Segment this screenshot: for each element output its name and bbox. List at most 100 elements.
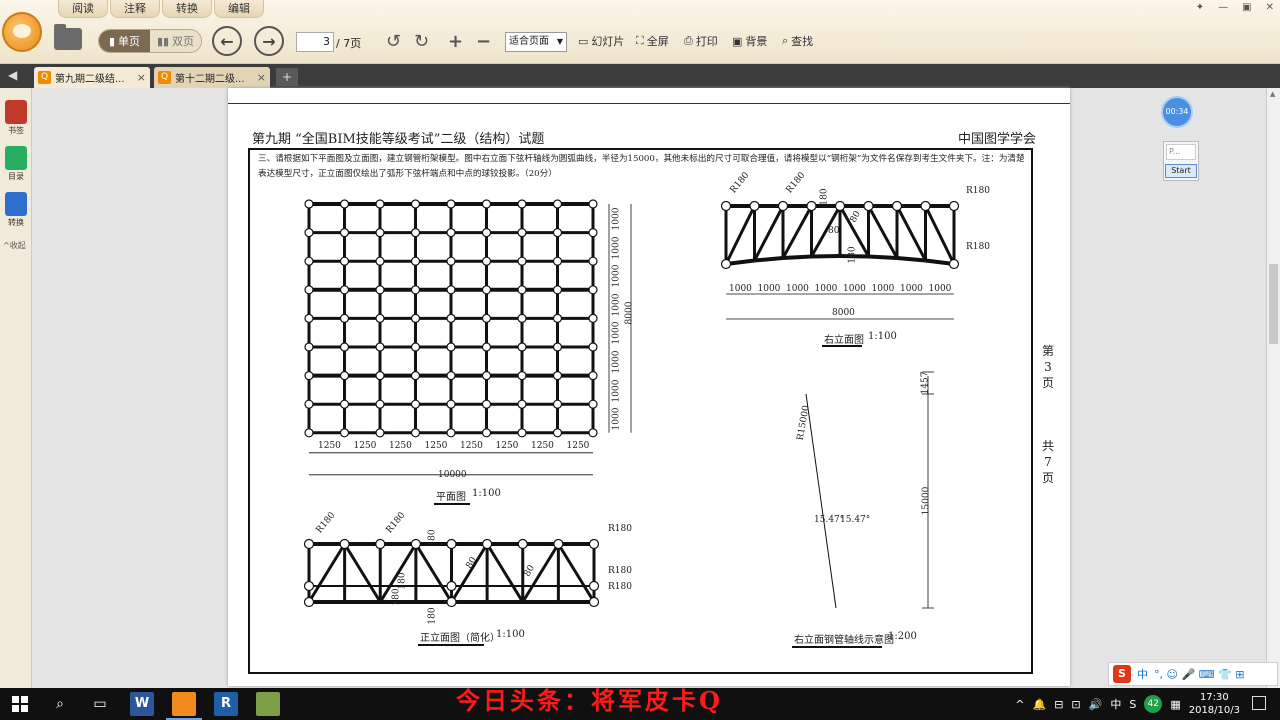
ime-tray-icon[interactable]: ▦	[1170, 698, 1180, 711]
right-dim-label: 1000	[729, 284, 752, 294]
right-radius-label: R180	[966, 186, 990, 196]
page-total-label: / 7页	[336, 37, 362, 50]
rotate-right-button[interactable]: ↻	[414, 30, 429, 52]
plan-ball-joint	[339, 228, 350, 238]
find-button[interactable]: ⌕ 查找	[782, 30, 813, 52]
clock[interactable]: 17:30 2018/10/3	[1189, 691, 1240, 717]
network-icon[interactable]: ⊡	[1071, 698, 1080, 711]
plan-ball-joint	[481, 199, 492, 209]
close-tab-icon[interactable]: ×	[137, 71, 146, 84]
tray-app-icon[interactable]: ⊟	[1054, 698, 1063, 711]
close-button[interactable]: ✕	[1266, 2, 1274, 13]
sogou-tray-icon[interactable]: S	[1129, 698, 1136, 711]
front-ball-joint	[588, 596, 600, 608]
plan-ball-joint	[446, 399, 456, 409]
menu-tab-annotate[interactable]: 注释	[110, 0, 160, 18]
image-app-icon[interactable]	[256, 692, 280, 716]
print-label: 打印	[695, 35, 718, 48]
zoom-select[interactable]: 适合页面	[505, 32, 567, 52]
add-tab-button[interactable]: +	[276, 68, 298, 86]
fullscreen-button[interactable]: ⛶ 全屏	[636, 30, 669, 52]
search-icon[interactable]: ⌕	[50, 694, 70, 714]
zoom-in-button[interactable]: +	[448, 30, 463, 52]
input-language[interactable]: 中	[1110, 696, 1121, 712]
vertical-scrollbar[interactable]: ▲ ▼	[1266, 88, 1280, 688]
zoom-out-button[interactable]: −	[476, 30, 491, 52]
word-app-icon[interactable]: W	[130, 692, 154, 716]
action-center-icon[interactable]	[1252, 696, 1266, 710]
revit-app-icon[interactable]: R	[214, 692, 238, 716]
maximize-button[interactable]: ▣	[1242, 2, 1251, 13]
recording-timer[interactable]: 00:34	[1161, 96, 1193, 128]
pdf-reader-app-icon[interactable]	[172, 692, 196, 716]
plan-ball-joint	[588, 342, 598, 352]
arrow-right-icon: →	[262, 31, 276, 51]
axis-scale: 1:200	[888, 631, 917, 642]
document-viewport[interactable]: 第九期 “全国BIM技能等级考试”二级（结构）试题 中国图学学会 三、请根据如下…	[32, 88, 1266, 688]
notification-bell-icon[interactable]: 🔔	[1032, 698, 1046, 711]
minimize-button[interactable]: —	[1218, 2, 1228, 13]
print-button[interactable]: ⎙ 打印	[684, 30, 718, 52]
single-page-button[interactable]: ▮ 单页	[99, 30, 150, 52]
open-folder-icon[interactable]	[54, 24, 82, 50]
menu-tab-read[interactable]: 阅读	[58, 0, 108, 18]
plan-ball-joint	[446, 371, 456, 381]
axis-height-label: 15000	[921, 486, 932, 516]
recorder-field[interactable]: P...	[1166, 144, 1196, 160]
plan-ball-joint	[446, 199, 456, 209]
sidebar-item-convert[interactable]: 转换	[3, 192, 29, 228]
single-page-icon: ▮	[108, 34, 116, 48]
close-tab-icon[interactable]: ×	[257, 71, 266, 84]
axis-caption-underline	[792, 646, 882, 648]
doc-tab-2[interactable]: Q 第十二期二级... ×	[154, 67, 270, 88]
bookmark-icon	[5, 100, 27, 124]
document-tab-bar: ◀ Q 第九期二级结... × Q 第十二期二级... × +	[0, 64, 1280, 88]
menu-tab-convert[interactable]: 转换	[162, 0, 212, 18]
slideshow-button[interactable]: ▭ 幻灯片	[578, 30, 624, 52]
plan-ball-joint	[588, 428, 598, 438]
start-button[interactable]: Start	[1165, 164, 1197, 178]
plan-ball-joint	[481, 285, 492, 295]
right-ball-joint	[720, 258, 732, 270]
next-page-button[interactable]: →	[254, 26, 284, 56]
plan-ball-joint	[339, 371, 350, 381]
menu-tab-edit[interactable]: 编辑	[214, 0, 264, 18]
sogou-logo-icon[interactable]: S	[1113, 665, 1131, 683]
skin-icon[interactable]: ✦	[1196, 2, 1204, 13]
collapse-sidebar-icon[interactable]: ◀	[8, 68, 17, 82]
doc-tab-1[interactable]: Q 第九期二级结... ×	[34, 67, 150, 88]
front-caption-underline	[418, 644, 484, 646]
prev-page-button[interactable]: ←	[212, 26, 242, 56]
app-logo[interactable]	[2, 12, 42, 52]
ime-extras[interactable]: °, ☺ 🎤 ⌨ 👕 ⊞	[1154, 668, 1244, 681]
right-ball-joint	[777, 200, 789, 212]
sidebar-item-toc[interactable]: 目录	[3, 146, 29, 182]
double-page-button[interactable]: ▮▮ 双页	[150, 30, 201, 52]
plan-ball-joint	[517, 313, 527, 323]
right-total-width: 8000	[832, 308, 855, 318]
plus-icon: +	[448, 30, 464, 52]
sidebar-item-bookmarks[interactable]: 书签	[3, 100, 29, 136]
plan-ball-joint	[446, 256, 456, 266]
plan-y-dim-label: 1000	[611, 407, 622, 431]
plan-x-dim-label: 1250	[424, 440, 448, 451]
plan-ball-joint	[552, 342, 563, 352]
page-number-input[interactable]: 3	[296, 32, 334, 52]
plan-ball-joint	[304, 256, 314, 266]
tray-expand-icon[interactable]: ^	[1015, 698, 1024, 711]
background-button[interactable]: ▣ 背景	[732, 30, 767, 52]
scroll-thumb[interactable]	[1269, 264, 1278, 344]
security-badge[interactable]: 42	[1144, 695, 1163, 713]
task-view-icon[interactable]: ▭	[90, 694, 110, 714]
scroll-up-icon[interactable]: ▲	[1270, 90, 1275, 98]
ime-language[interactable]: 中	[1137, 666, 1148, 682]
front-ball-joint	[339, 538, 350, 550]
rotate-left-button[interactable]: ↺	[386, 30, 401, 52]
right-diagonal	[753, 205, 785, 262]
volume-icon[interactable]: 🔊	[1089, 698, 1103, 711]
right-ball-joint	[863, 200, 874, 212]
windows-start-icon[interactable]	[12, 696, 28, 712]
right-diagonal	[895, 205, 927, 262]
front-ball-joint	[517, 538, 528, 550]
sidebar-collapse[interactable]: ^收起	[3, 240, 26, 251]
